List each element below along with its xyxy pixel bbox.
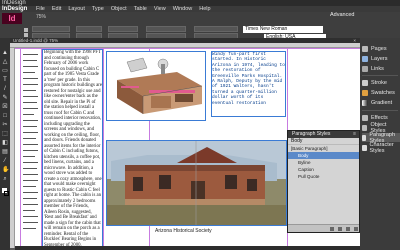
rectangle-frame-tool-icon[interactable]: ☒	[2, 104, 8, 110]
dock-pages[interactable]: Pages	[362, 44, 400, 53]
folder-icon[interactable]	[346, 227, 350, 231]
dock-divider	[362, 110, 398, 111]
font-size-field[interactable]	[76, 26, 102, 32]
column-guide	[103, 48, 104, 250]
style-item-body[interactable]: Body	[288, 152, 359, 159]
direct-selection-tool-icon[interactable]: △	[2, 59, 8, 65]
style-basic-paragraph[interactable]: [Basic Paragraph]	[288, 145, 359, 152]
stroke-swatch-icon[interactable]	[4, 191, 9, 196]
stroke-icon	[362, 79, 368, 86]
dock-stroke[interactable]: Stroke	[362, 78, 400, 87]
character-mode-icon[interactable]	[24, 28, 28, 32]
style-item-pull-quote[interactable]: Pull Quote	[288, 173, 359, 180]
layers-icon	[362, 55, 368, 62]
character-styles-icon	[362, 144, 367, 151]
dock-swatches[interactable]: Swatches	[362, 88, 400, 97]
font-name-field[interactable]: Times New Roman	[243, 26, 323, 33]
clear-overrides-icon[interactable]	[330, 227, 334, 231]
eyedropper-tool-icon[interactable]: ⁄	[2, 158, 8, 164]
style-item-byline[interactable]: Byline	[288, 159, 359, 166]
margin-guide	[20, 48, 21, 250]
text-column-lines	[23, 54, 38, 229]
paragraph-styles-icon	[362, 134, 367, 141]
swatches-icon	[362, 89, 368, 96]
aside-text[interactable]: Windy fun-part first started. In Histori…	[212, 52, 285, 116]
status-bar	[15, 246, 360, 250]
zoom-tool-icon[interactable]: ⌕	[2, 176, 8, 182]
panel-menu-icon[interactable]: ≡	[353, 131, 356, 138]
cabin-cutaway-illustration	[107, 52, 205, 120]
panel-dock: Pages Layers Links Stroke Swatches Gradi…	[360, 38, 400, 250]
left-edge-text[interactable]	[23, 52, 39, 242]
effects-icon	[362, 114, 368, 121]
free-transform-tool-icon[interactable]: ⬚	[2, 131, 8, 137]
gradient-tool-icon[interactable]: ◧	[2, 140, 8, 146]
pages-icon	[362, 45, 368, 52]
dock-divider	[362, 75, 398, 76]
style-item-caption[interactable]: Caption	[288, 166, 359, 173]
dock-layers[interactable]: Layers	[362, 54, 400, 63]
note-tool-icon[interactable]: ▤	[2, 149, 8, 155]
scissors-tool-icon[interactable]: ✂	[2, 122, 8, 128]
page-tool-icon[interactable]: ▭	[2, 68, 8, 74]
tools-panel: ▲ △ ▭ T / ✎ ☒ □ ✂ ⬚ ◧ ▤ ⁄ ✋ ⌕	[0, 38, 10, 250]
paragraph-styles-title: Paragraph Styles	[292, 131, 331, 137]
character-style-field[interactable]	[194, 26, 238, 32]
current-style-label: Body	[288, 138, 359, 145]
dock-gradient[interactable]: Gradient	[362, 98, 400, 107]
cabin-photo	[107, 141, 286, 225]
indesign-logo: Id	[2, 13, 22, 24]
photo-caption[interactable]: Arizona Historical Society	[155, 228, 212, 234]
kerning-field[interactable]	[108, 26, 138, 32]
links-icon	[362, 65, 368, 72]
control-panel: Id 75% Advanced Times New Roman English:…	[0, 12, 400, 40]
hand-tool-icon[interactable]: ✋	[2, 167, 9, 173]
zoom-level[interactable]: 75%	[36, 14, 46, 20]
paragraph-styles-header[interactable]: Paragraph Styles ≡	[288, 131, 359, 138]
paragraph-styles-panel: Paragraph Styles ≡ Body [Basic Paragraph…	[287, 130, 360, 233]
rectangle-tool-icon[interactable]: □	[2, 113, 8, 119]
type-tool-icon[interactable]: T	[2, 77, 8, 83]
trash-icon[interactable]	[354, 227, 358, 231]
panel-footer	[288, 224, 359, 232]
object-styles-icon	[362, 124, 368, 131]
dock-links[interactable]: Links	[362, 64, 400, 73]
new-style-icon[interactable]	[338, 227, 342, 231]
font-family-field[interactable]	[32, 26, 70, 32]
dock-character-styles[interactable]: Character Styles	[362, 142, 400, 154]
workspace-switcher[interactable]: Advanced	[330, 12, 354, 18]
selection-tool-icon[interactable]: ▲	[2, 50, 8, 56]
gradient-icon	[362, 99, 368, 106]
paragraph-mode-icon[interactable]	[24, 33, 28, 37]
body-text-column[interactable]: Beginning with the 1998 PFT and continui…	[44, 50, 102, 248]
pen-tool-icon[interactable]: ✎	[2, 95, 8, 101]
line-tool-icon[interactable]: /	[2, 86, 8, 92]
scale-field[interactable]	[146, 26, 186, 32]
